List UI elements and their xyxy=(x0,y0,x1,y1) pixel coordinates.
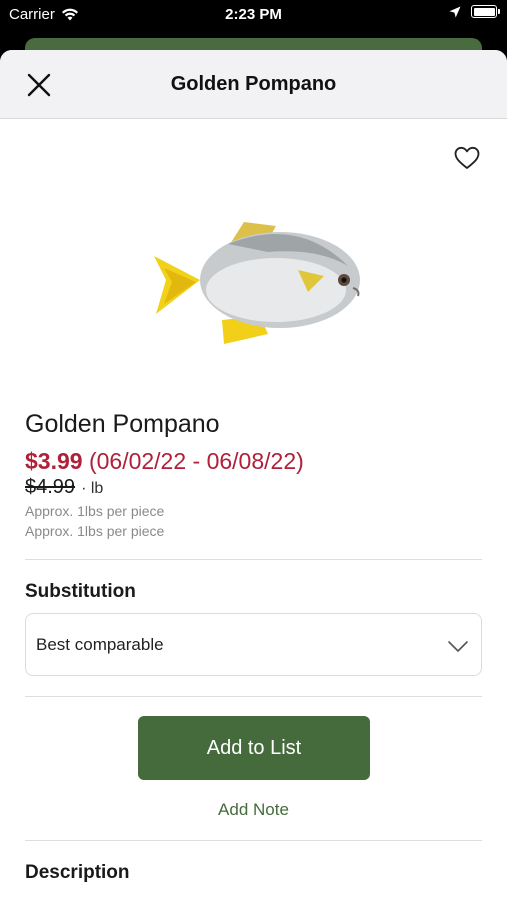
product-name: Golden Pompano xyxy=(25,410,220,438)
divider xyxy=(25,696,482,697)
status-right xyxy=(449,5,500,18)
add-to-list-button[interactable]: Add to List xyxy=(138,716,370,780)
divider xyxy=(25,559,482,560)
status-bar: Carrier 2:23 PM xyxy=(0,0,507,30)
product-image xyxy=(154,222,360,344)
add-note-link[interactable]: Add Note xyxy=(0,800,507,820)
approx-weight: Approx. 1lbs per piece xyxy=(25,503,165,519)
battery-icon xyxy=(471,5,500,18)
heart-icon xyxy=(454,146,480,169)
divider xyxy=(25,840,482,841)
description-label: Description xyxy=(25,862,130,883)
product-detail-sheet: Golden Pompano Golden Pompano $3.99 (06/… xyxy=(0,50,507,900)
regular-price-line: $4.99 · lb xyxy=(25,476,103,499)
location-arrow-icon xyxy=(449,6,461,17)
sale-dates: (06/02/22 - 06/08/22) xyxy=(88,448,304,474)
regular-price: $4.99 xyxy=(25,476,76,498)
chevron-down-icon xyxy=(448,641,468,652)
page-title: Golden Pompano xyxy=(170,73,337,95)
price-unit: · lb xyxy=(81,480,104,497)
sale-price-line: $3.99 (06/02/22 - 06/08/22) xyxy=(25,448,304,475)
sheet-header: Golden Pompano xyxy=(0,50,507,119)
approx-weight: Approx. 1lbs per piece xyxy=(25,523,165,539)
substitution-label: Substitution xyxy=(25,581,136,602)
sale-price: $3.99 xyxy=(25,448,83,474)
favorite-button[interactable] xyxy=(453,144,481,172)
substitution-value: Best comparable xyxy=(36,635,164,654)
substitution-dropdown[interactable]: Best comparable xyxy=(25,613,482,676)
clock: 2:23 PM xyxy=(225,6,282,23)
